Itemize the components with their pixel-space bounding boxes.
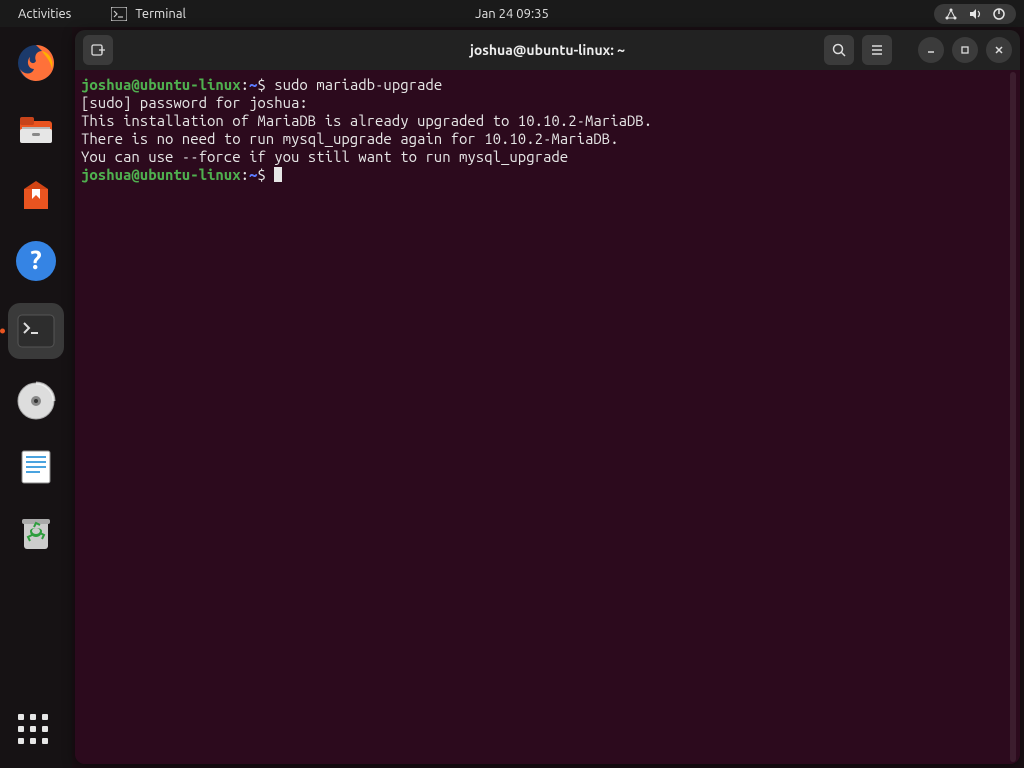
- menu-button[interactable]: [862, 35, 892, 65]
- power-icon: [992, 7, 1006, 21]
- command-text: sudo mariadb-upgrade: [274, 76, 442, 93]
- dock-software[interactable]: [12, 171, 60, 219]
- activities-button[interactable]: Activities: [8, 7, 81, 21]
- terminal-app-icon: [16, 313, 56, 349]
- output-line: There is no need to run mysql_upgrade ag…: [81, 130, 619, 147]
- prompt-user: joshua@ubuntu-linux: [81, 76, 241, 93]
- dock-files[interactable]: [12, 105, 60, 153]
- titlebar[interactable]: joshua@ubuntu-linux: ~: [75, 30, 1020, 70]
- minimize-button[interactable]: [918, 37, 944, 63]
- dock-trash[interactable]: [12, 509, 60, 557]
- show-applications-button[interactable]: [18, 714, 54, 750]
- files-icon: [14, 107, 58, 151]
- terminal-icon: [111, 7, 127, 21]
- prompt-user: joshua@ubuntu-linux: [81, 166, 241, 183]
- output-line: [sudo] password for joshua:: [81, 94, 308, 111]
- volume-icon: [968, 7, 982, 21]
- search-icon: [831, 42, 847, 58]
- dock-text-editor[interactable]: [12, 443, 60, 491]
- dock-disk[interactable]: [12, 377, 60, 425]
- disk-icon: [14, 379, 58, 423]
- maximize-button[interactable]: [952, 37, 978, 63]
- active-indicator: [0, 329, 5, 334]
- status-menu[interactable]: [934, 4, 1016, 24]
- new-tab-button[interactable]: [83, 35, 113, 65]
- clock[interactable]: Jan 24 09:35: [475, 7, 549, 21]
- terminal-body[interactable]: joshua@ubuntu-linux:~$ sudo mariadb-upgr…: [75, 70, 1020, 764]
- maximize-icon: [959, 44, 971, 56]
- system-tray[interactable]: [934, 4, 1016, 24]
- dock-firefox[interactable]: [12, 39, 60, 87]
- cursor: [274, 167, 282, 182]
- active-app-label: Terminal: [135, 7, 186, 21]
- terminal-window: joshua@ubuntu-linux: ~ joshua@ubuntu-lin…: [75, 30, 1020, 764]
- dock-terminal[interactable]: [8, 303, 64, 359]
- close-button[interactable]: [986, 37, 1012, 63]
- software-icon: [14, 173, 58, 217]
- hamburger-icon: [869, 42, 885, 58]
- close-icon: [993, 44, 1005, 56]
- svg-text:?: ?: [30, 245, 41, 274]
- output-line: This installation of MariaDB is already …: [81, 112, 652, 129]
- scrollbar[interactable]: [1008, 72, 1018, 762]
- text-editor-icon: [14, 445, 58, 489]
- output-line: You can use --force if you still want to…: [81, 148, 568, 165]
- active-app-menu[interactable]: Terminal: [111, 7, 186, 21]
- network-icon: [944, 7, 958, 21]
- firefox-icon: [14, 41, 58, 85]
- scrollbar-thumb[interactable]: [1010, 72, 1016, 762]
- new-tab-icon: [89, 41, 107, 59]
- minimize-icon: [925, 44, 937, 56]
- top-bar: Activities Terminal Jan 24 09:35: [0, 0, 1024, 27]
- trash-icon: [14, 511, 58, 555]
- dock: ?: [0, 27, 72, 768]
- dock-help[interactable]: ?: [12, 237, 60, 285]
- help-icon: ?: [14, 239, 58, 283]
- window-title: joshua@ubuntu-linux: ~: [470, 42, 625, 58]
- search-button[interactable]: [824, 35, 854, 65]
